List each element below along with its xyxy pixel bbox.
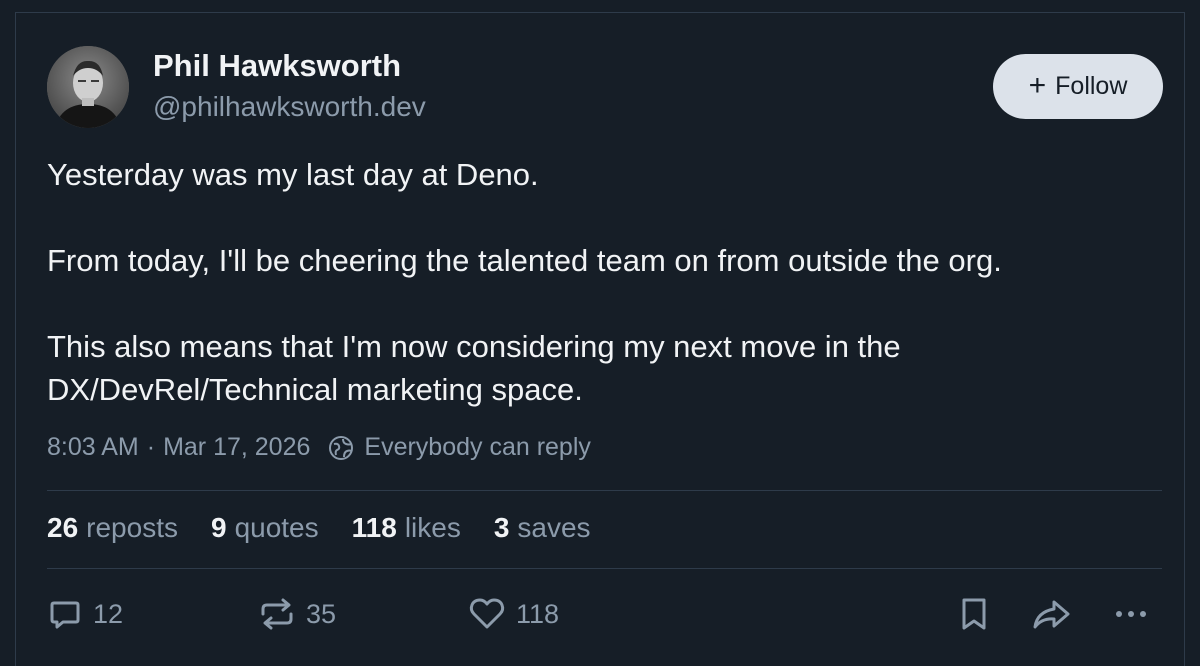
divider: [47, 568, 1162, 569]
post-time[interactable]: 8:03 AM: [47, 433, 139, 462]
avatar-photo: [47, 46, 129, 128]
share-button[interactable]: [1030, 596, 1074, 632]
author-handle[interactable]: @philhawksworth.dev: [153, 91, 426, 123]
repost-button[interactable]: 35: [258, 596, 336, 632]
engagement-stats: 26 reposts 9 quotes 118 likes 3 saves: [47, 512, 624, 544]
reply-count: 12: [93, 598, 124, 629]
meta-separator: ·: [146, 433, 156, 461]
post-body: Yesterday was my last day at Deno. From …: [47, 153, 1157, 411]
reply-setting[interactable]: Everybody can reply: [364, 433, 591, 462]
like-button[interactable]: 118: [468, 596, 559, 632]
avatar[interactable]: [47, 46, 129, 128]
heart-icon: [469, 598, 505, 629]
globe-icon: [329, 435, 354, 460]
more-icon: [1116, 611, 1146, 617]
stat-reposts[interactable]: 26 reposts: [47, 512, 178, 544]
post-paragraph: Yesterday was my last day at Deno.: [47, 157, 539, 192]
stat-saves[interactable]: 3 saves: [494, 512, 591, 544]
divider: [47, 490, 1162, 491]
like-count: 118: [516, 598, 560, 629]
stat-quotes[interactable]: 9 quotes: [211, 512, 319, 544]
stat-count: 3: [493, 512, 510, 543]
post-meta: 8:03 AM · Mar 17, 2026 Everybody can rep…: [47, 433, 591, 462]
post-paragraph: This also means that I'm now considering…: [47, 329, 901, 407]
post-date[interactable]: Mar 17, 2026: [163, 433, 310, 462]
stat-count: 118: [351, 512, 397, 543]
stat-label: likes: [404, 512, 461, 543]
stat-count: 9: [210, 512, 227, 543]
author-name[interactable]: Phil Hawksworth: [153, 48, 401, 84]
post-paragraph: From today, I'll be cheering the talente…: [47, 243, 1002, 278]
stat-label: reposts: [86, 512, 178, 543]
follow-button-label: Follow: [1055, 72, 1128, 100]
bookmark-button[interactable]: [957, 596, 991, 632]
stat-label: saves: [517, 512, 591, 543]
reply-button[interactable]: 12: [47, 596, 123, 632]
more-options-button[interactable]: [1112, 596, 1152, 632]
follow-button[interactable]: + Follow: [993, 54, 1163, 119]
stat-count: 26: [47, 512, 79, 543]
plus-icon: +: [1028, 68, 1047, 102]
stat-likes[interactable]: 118 likes: [352, 512, 461, 544]
repost-count: 35: [306, 598, 337, 629]
repost-icon: [261, 598, 293, 630]
stat-label: quotes: [234, 512, 319, 543]
reply-icon: [50, 601, 80, 629]
share-icon: [1033, 600, 1070, 629]
bookmark-icon: [962, 598, 986, 630]
